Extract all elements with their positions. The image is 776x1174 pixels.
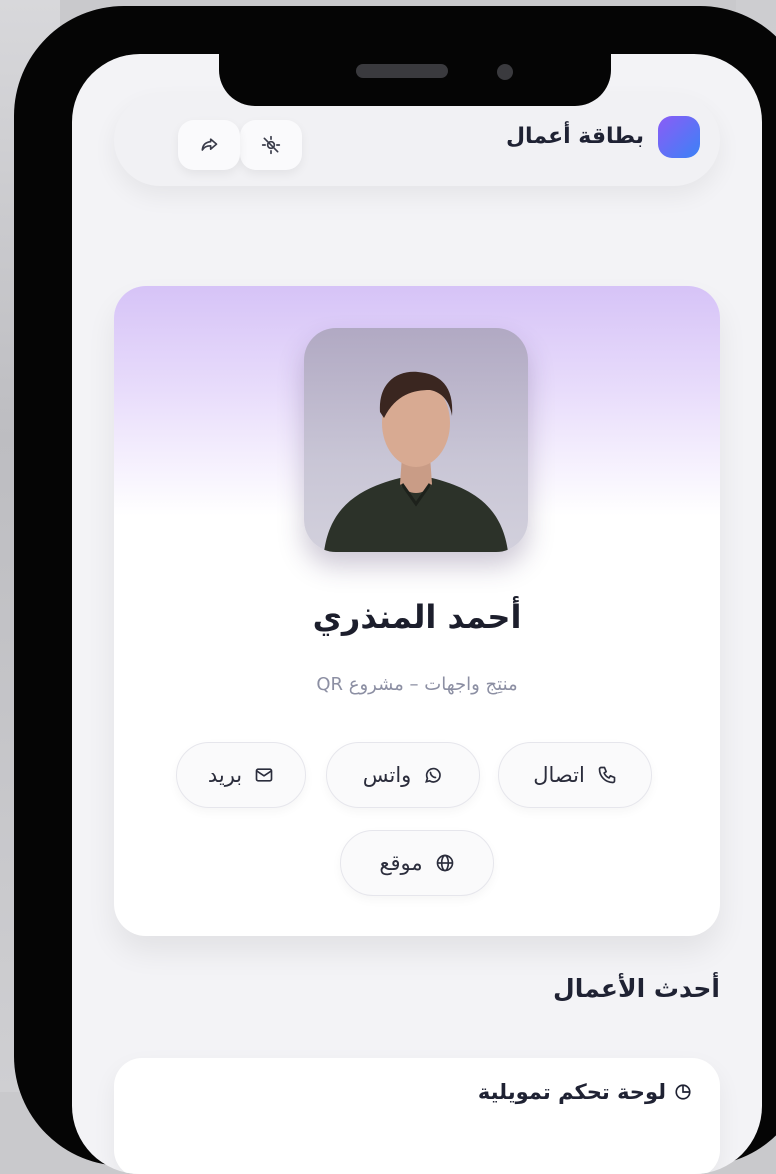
email-button-label: بريد xyxy=(207,763,243,787)
whatsapp-button[interactable]: واتس xyxy=(326,742,480,808)
share-button[interactable] xyxy=(178,120,240,170)
globe-icon xyxy=(436,854,453,872)
profile-role: منتِج واجهات – مشروع QR xyxy=(316,674,518,695)
work-item-title-row: لوحة تحكم تمويلية xyxy=(478,1080,692,1104)
call-button-label: اتصال xyxy=(533,763,585,787)
profile-card: أحمد المنذري منتِج واجهات – مشروع QR اتص… xyxy=(114,286,720,936)
share-icon xyxy=(201,138,218,151)
email-button[interactable]: بريد xyxy=(176,742,306,808)
mail-icon xyxy=(255,768,273,782)
latest-works-title: أحدث الأعمال xyxy=(553,974,720,1003)
phone-notch xyxy=(219,46,611,106)
app-logo xyxy=(658,116,700,158)
whatsapp-button-label: واتس xyxy=(362,763,412,787)
phone-icon xyxy=(598,766,616,784)
app-header: بطاقة أعمال xyxy=(114,94,720,186)
avatar xyxy=(304,328,528,552)
theme-toggle-icon xyxy=(261,135,281,155)
theme-toggle-button[interactable] xyxy=(240,120,302,170)
phone-screen: بطاقة أعمال أحمد المنذري منتِج واجهات – … xyxy=(72,54,762,1174)
website-button[interactable]: موقع xyxy=(340,830,494,896)
front-camera xyxy=(497,64,513,80)
website-button-label: موقع xyxy=(379,851,423,875)
whatsapp-icon xyxy=(425,767,442,783)
call-button[interactable]: اتصال xyxy=(498,742,652,808)
speaker-grille xyxy=(356,64,448,78)
work-item-card[interactable]: لوحة تحكم تمويلية xyxy=(114,1058,720,1174)
phone-frame: بطاقة أعمال أحمد المنذري منتِج واجهات – … xyxy=(14,6,776,1174)
profile-name: أحمد المنذري xyxy=(312,598,522,636)
work-item-title: لوحة تحكم تمويلية xyxy=(477,1080,666,1104)
chart-icon xyxy=(675,1084,691,1100)
app-title: بطاقة أعمال xyxy=(505,124,644,149)
